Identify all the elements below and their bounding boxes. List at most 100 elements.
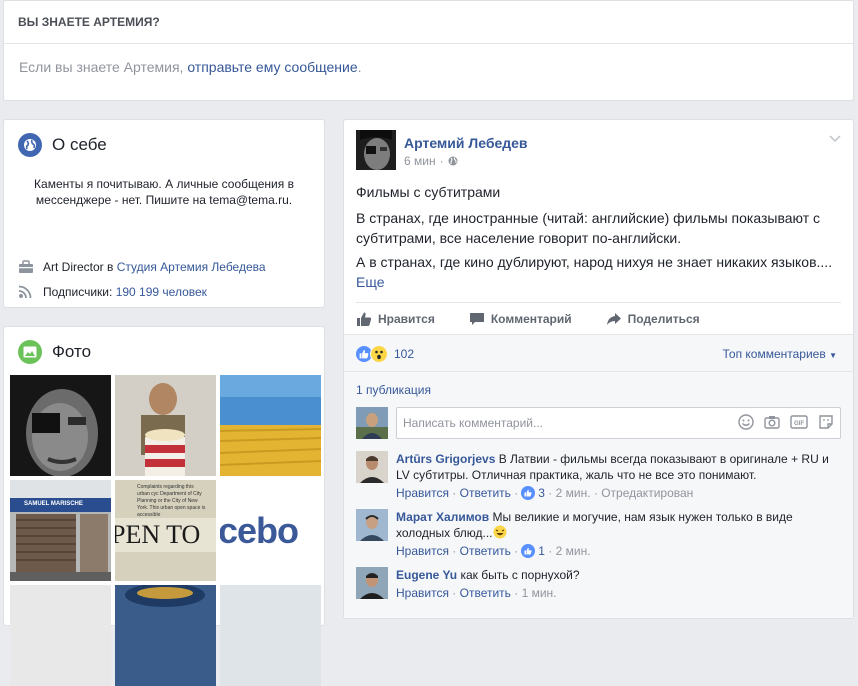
reactions-and-comments: 102 Топ комментариев ▼ 1 публикация Напи… — [344, 334, 855, 618]
about-card: О себе Каменты я почитываю. А личные соо… — [3, 119, 325, 308]
know-suffix: . — [357, 59, 362, 75]
comment-edited[interactable]: Отредактирован — [601, 485, 693, 501]
sticker-icon[interactable] — [818, 414, 834, 430]
comment-box-icons: GIF — [738, 414, 834, 430]
commenter-name-link[interactable]: Artūrs Grigorjevs — [396, 452, 495, 466]
share-arrow-icon — [606, 313, 621, 325]
comment-button[interactable]: Комментарий — [469, 311, 572, 327]
share-button[interactable]: Поделиться — [606, 311, 700, 327]
photos-card: Фото SAMUEL MARISCHE Complaints regardin… — [3, 326, 325, 686]
comment-placeholder: Написать комментарий... — [403, 416, 544, 430]
subscribers-label: Подписчики: — [43, 285, 113, 299]
comment-meta: Нравится · Ответить · 1 мин. — [396, 585, 557, 601]
comment-content: Artūrs Grigorjevs В Латвии - фильмы всег… — [396, 451, 841, 483]
author-avatar[interactable] — [356, 130, 396, 170]
gif-icon[interactable]: GIF — [790, 414, 808, 430]
comment-like-link[interactable]: Нравится — [396, 543, 449, 559]
comment-like-link[interactable]: Нравится — [396, 485, 449, 501]
about-title-row: О себе — [18, 133, 107, 157]
job-title: Art Director в — [43, 260, 114, 274]
photo-thumb-6[interactable]: cebo — [220, 480, 321, 581]
photo-thumb-8[interactable] — [115, 585, 216, 686]
know-artemy-card: ВЫ ЗНАЕТЕ АРТЕМИЯ? Если вы знаете Артеми… — [3, 0, 854, 101]
comment-reply-link[interactable]: Ответить — [460, 543, 511, 559]
sort-caret-icon: ▼ — [829, 351, 837, 360]
meta-dot: · — [439, 154, 444, 168]
public-globe-icon[interactable] — [448, 156, 458, 166]
studio-link[interactable]: Студия Артемия Лебедева — [117, 260, 266, 274]
comment-reply-link[interactable]: Ответить — [460, 585, 511, 601]
thumbs-up-icon — [357, 312, 372, 326]
about-job-row: Art Director в Студия Артемия Лебедева — [18, 260, 266, 274]
comment-like-count[interactable]: 3 — [538, 485, 545, 501]
about-bio: Каменты я почитываю. А личные сообщения … — [34, 177, 294, 207]
wow-reaction-icon — [370, 345, 388, 363]
svg-text:GIF: GIF — [794, 421, 804, 427]
know-card-header: ВЫ ЗНАЕТЕ АРТЕМИЯ? — [4, 1, 853, 44]
open-to-sign: PEN TO — [115, 520, 201, 549]
briefcase-icon — [19, 260, 33, 273]
commenter-name-link[interactable]: Eugene Yu — [396, 568, 457, 582]
photo-thumb-3[interactable] — [220, 375, 321, 476]
comment-meta: Нравится · Ответить · 1 · 2 мин. — [396, 543, 591, 559]
comment-like-link[interactable]: Нравится — [396, 585, 449, 601]
rss-icon — [18, 285, 32, 299]
comment-icon — [469, 313, 484, 325]
commenter-avatar[interactable] — [356, 509, 388, 541]
send-message-link[interactable]: отправьте ему сообщение — [187, 59, 357, 75]
photo-thumb-2[interactable] — [115, 375, 216, 476]
subscribers-link[interactable]: 190 199 человек — [116, 285, 207, 299]
comment-like-count[interactable]: 1 — [538, 543, 545, 559]
post-action-bar: Нравится Комментарий Поделиться — [356, 302, 841, 335]
photos-title-row: Фото — [18, 340, 91, 364]
photo-thumb-4[interactable]: SAMUEL MARISCHE — [10, 480, 111, 581]
photo-thumb-7[interactable] — [10, 585, 111, 686]
comment-content: Eugene Yu как быть с порнухой? — [396, 567, 841, 583]
camera-icon[interactable] — [764, 414, 780, 430]
comment-like-badge-icon — [521, 544, 536, 558]
reaction-count[interactable]: 102 — [394, 347, 414, 361]
commenter-avatar[interactable] — [356, 451, 388, 483]
post-paragraph-1: В странах, где иностранные (читай: англи… — [356, 210, 821, 246]
comment-like-badge-icon — [521, 486, 536, 500]
my-avatar — [356, 407, 388, 439]
commenter-avatar[interactable] — [356, 567, 388, 599]
comment-label: Комментарий — [490, 312, 572, 326]
comment-reply-link[interactable]: Ответить — [460, 485, 511, 501]
photos-title: Фото — [52, 342, 92, 361]
comment-body: Artūrs Grigorjevs В Латвии - фильмы всег… — [396, 451, 841, 501]
sort-label: Топ комментариев — [722, 347, 826, 361]
comment-time[interactable]: 2 мин. — [556, 485, 591, 501]
notice-small-text: Complaints regarding this urban cyc Depa… — [137, 484, 206, 518]
know-text: Если вы знаете Артемия, — [19, 59, 188, 75]
about-subs-row: Подписчики: 190 199 человек — [18, 285, 207, 299]
publications-link[interactable]: 1 публикация — [344, 371, 855, 397]
about-title: О себе — [52, 135, 107, 154]
post-options-chevron-icon[interactable] — [829, 132, 841, 146]
post-meta: 6 мин · — [404, 154, 458, 168]
comment-input[interactable]: Написать комментарий... GIF — [396, 407, 841, 439]
like-label: Нравится — [378, 312, 435, 326]
comment-body: Eugene Yu как быть с порнухой? Нравится … — [396, 567, 841, 601]
post-author-link[interactable]: Артемий Лебедев — [404, 135, 528, 151]
photo-thumb-9[interactable] — [220, 585, 321, 686]
sort-comments-dropdown[interactable]: Топ комментариев ▼ — [723, 347, 837, 361]
post-title: Фильмы с субтитрами — [356, 184, 501, 200]
comment-time[interactable]: 2 мин. — [556, 543, 591, 559]
emoji-icon[interactable] — [738, 414, 754, 430]
know-card-body: Если вы знаете Артемия, отправьте ему со… — [4, 44, 853, 90]
reaction-summary[interactable]: 102 Топ комментариев ▼ — [356, 343, 841, 365]
photo-thumb-5[interactable]: Complaints regarding this urban cyc Depa… — [115, 480, 216, 581]
facebook-logo-text: cebo — [220, 510, 299, 551]
comment-content: Марат Халимов Мы великие и могучие, нам … — [396, 509, 841, 541]
like-button[interactable]: Нравится — [356, 311, 435, 327]
globe-icon — [18, 133, 42, 157]
post-time[interactable]: 6 мин — [404, 154, 436, 168]
post-paragraph-2-text: А в странах, где кино дублируют, народ н… — [356, 254, 833, 270]
commenter-name-link[interactable]: Марат Халимов — [396, 510, 489, 524]
post-card: Артемий Лебедев 6 мин · Фильмы с субтитр… — [343, 119, 855, 619]
comment-time[interactable]: 1 мин. — [522, 585, 557, 601]
see-more-link[interactable]: Еще — [356, 274, 385, 290]
photo-icon — [18, 340, 42, 364]
photo-thumb-1[interactable] — [10, 375, 111, 476]
